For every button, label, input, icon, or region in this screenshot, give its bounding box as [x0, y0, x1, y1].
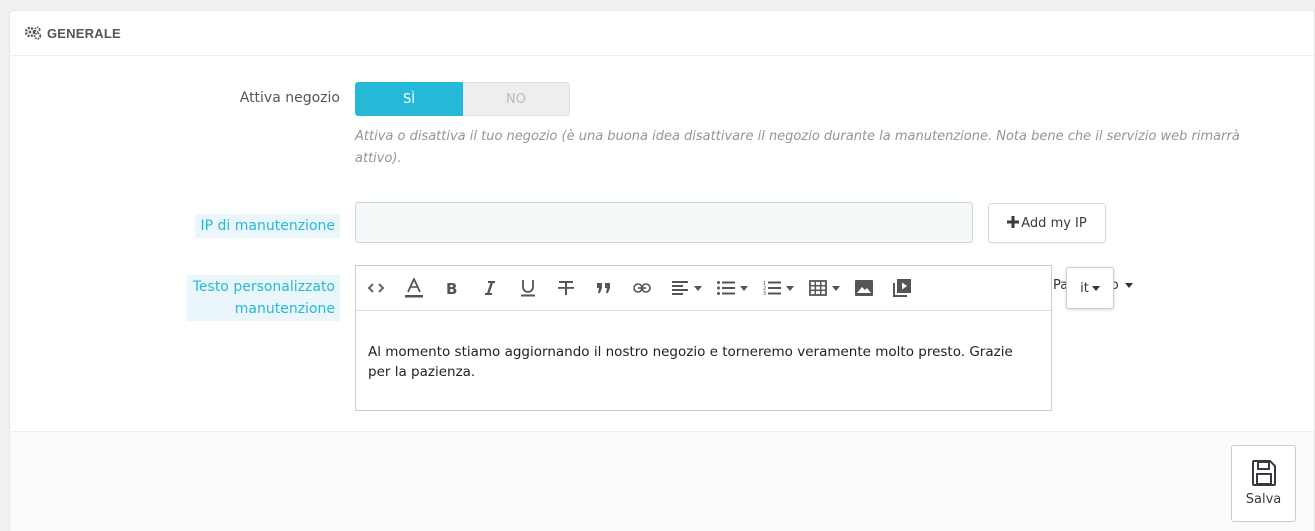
language-selector-value: it: [1080, 280, 1089, 296]
language-caret-icon: [1091, 285, 1100, 291]
shop-enable-toggle[interactable]: SÌ NO: [355, 82, 570, 116]
paragraph-format-caret-icon: [1124, 283, 1133, 288]
svg-text:3: 3: [763, 291, 766, 296]
blockquote-icon[interactable]: [594, 278, 614, 298]
align-dropdown-caret-icon[interactable]: [694, 285, 702, 291]
rich-text-editor[interactable]: B 1 2 3 Al momento stiamo aggiornando il…: [355, 265, 1052, 411]
custom-text-label-line2: manutenzione: [234, 301, 335, 317]
save-button-label: Salva: [1245, 492, 1282, 507]
editor-content[interactable]: Al momento stiamo aggiornando il nostro …: [356, 311, 1051, 382]
underline-icon[interactable]: [518, 278, 538, 298]
table-icon[interactable]: [808, 278, 828, 298]
code-icon[interactable]: [366, 278, 386, 298]
general-panel: GENERALE Attiva negozio SÌ NO Attiva o d…: [9, 10, 1315, 531]
bullet-list-icon[interactable]: [716, 278, 736, 298]
strikethrough-icon[interactable]: [556, 278, 576, 298]
font-color-icon[interactable]: [404, 278, 424, 298]
svg-text:B: B: [446, 281, 457, 295]
link-icon[interactable]: [632, 278, 652, 298]
shop-enable-help: Attiva o disattiva il tuo negozio (è una…: [355, 129, 1240, 166]
italic-icon[interactable]: [480, 278, 500, 298]
plus-icon: [1007, 215, 1020, 231]
align-icon[interactable]: [670, 278, 690, 298]
toggle-no-option[interactable]: NO: [463, 82, 570, 116]
floppy-disk-icon: [1251, 460, 1276, 486]
panel-footer: [10, 431, 1314, 531]
maintenance-ip-input[interactable]: [355, 202, 973, 243]
editor-toolbar: B 1 2 3: [356, 266, 1051, 311]
media-icon[interactable]: [892, 278, 912, 298]
numbered-list-caret-icon[interactable]: [786, 285, 794, 291]
custom-text-label: Testo personalizzato manutenzione: [186, 275, 340, 321]
image-icon[interactable]: [854, 278, 874, 298]
add-my-ip-label: Add my IP: [1021, 215, 1087, 231]
table-caret-icon[interactable]: [832, 285, 840, 291]
custom-text-row: Testo personalizzato manutenzione: [10, 11, 340, 331]
numbered-list-icon[interactable]: 123: [762, 278, 782, 298]
bullet-list-caret-icon[interactable]: [740, 285, 748, 291]
custom-text-label-line1: Testo personalizzato: [192, 279, 335, 295]
language-selector[interactable]: it: [1066, 267, 1114, 309]
save-button[interactable]: Salva: [1231, 445, 1296, 522]
toggle-yes-option[interactable]: SÌ: [355, 82, 463, 116]
add-my-ip-button[interactable]: Add my IP: [988, 203, 1106, 243]
bold-icon[interactable]: B: [442, 278, 462, 298]
